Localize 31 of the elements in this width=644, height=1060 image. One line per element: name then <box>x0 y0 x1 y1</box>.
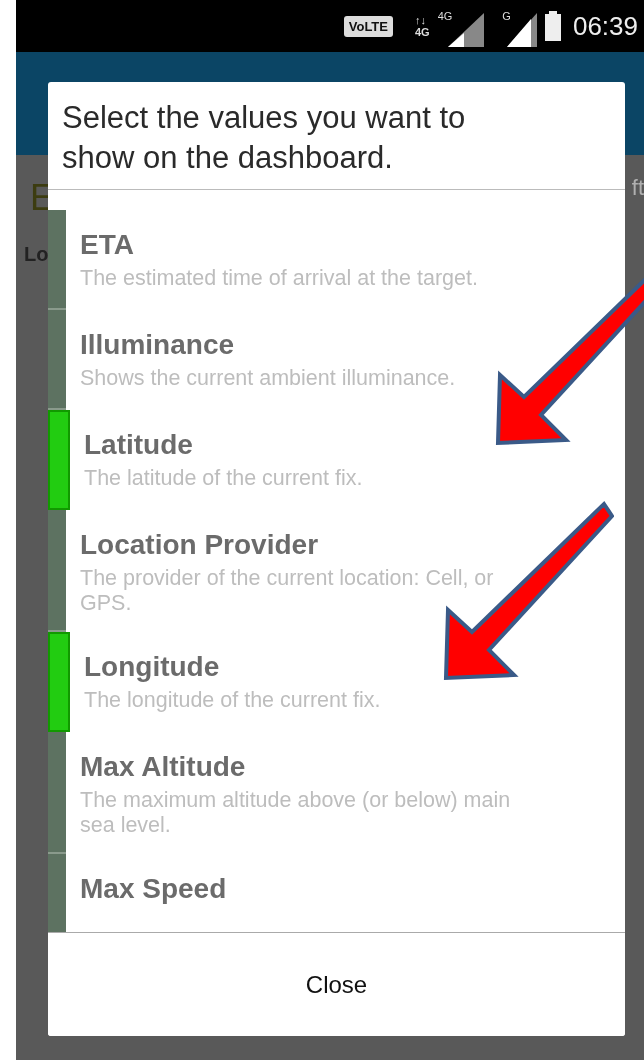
list-item[interactable]: ETA The estimated time of arrival at the target. <box>48 210 625 310</box>
background-label: Lo <box>24 243 49 266</box>
network-type: 4G <box>437 10 453 22</box>
item-title: Location Provider <box>80 528 320 562</box>
item-title: Max Speed <box>80 872 228 906</box>
item-description: The longitude of the current fix. <box>84 688 382 713</box>
background-text: ft <box>631 175 644 201</box>
item-description: The estimated time of arrival at the target. <box>80 266 479 291</box>
network-type: G <box>502 10 511 22</box>
item-title: Longitude <box>84 650 221 684</box>
list-item[interactable]: Max Speed <box>48 854 625 932</box>
item-description: The latitude of the current fix. <box>84 466 364 491</box>
list-item[interactable]: Illuminance Shows the current ambient illuminance. <box>48 310 625 410</box>
volte-badge: VoLTE <box>343 15 393 37</box>
item-title: Max Altitude <box>80 750 247 784</box>
list-item[interactable]: Location Provider The provider of the current location: Cell, or GPS. <box>48 510 625 632</box>
close-button[interactable]: Close <box>48 932 625 1036</box>
item-title: Latitude <box>84 428 194 462</box>
list-item[interactable]: Max Altitude The maximum altitude above (or below) main sea level. <box>48 732 625 854</box>
item-title: Illuminance <box>80 328 236 362</box>
dialog-title: Select the values you want to show on the dashboard. <box>48 82 625 190</box>
list-item[interactable]: Longitude The longitude of the current fix. <box>48 632 625 732</box>
list-item[interactable]: Latitude The latitude of the current fix. <box>48 410 625 510</box>
item-description: Shows the current ambient illuminance. <box>80 366 457 391</box>
item-description: The provider of the current location: Cell, or GPS. <box>80 566 495 616</box>
clock: 06:39 <box>572 10 638 42</box>
item-title: ETA <box>80 228 135 262</box>
battery-icon <box>544 11 561 41</box>
network-label: 4G <box>415 26 430 38</box>
item-description: The maximum altitude above (or below) main sea level. <box>80 788 512 838</box>
data-arrows: ↑↓ <box>415 14 427 26</box>
